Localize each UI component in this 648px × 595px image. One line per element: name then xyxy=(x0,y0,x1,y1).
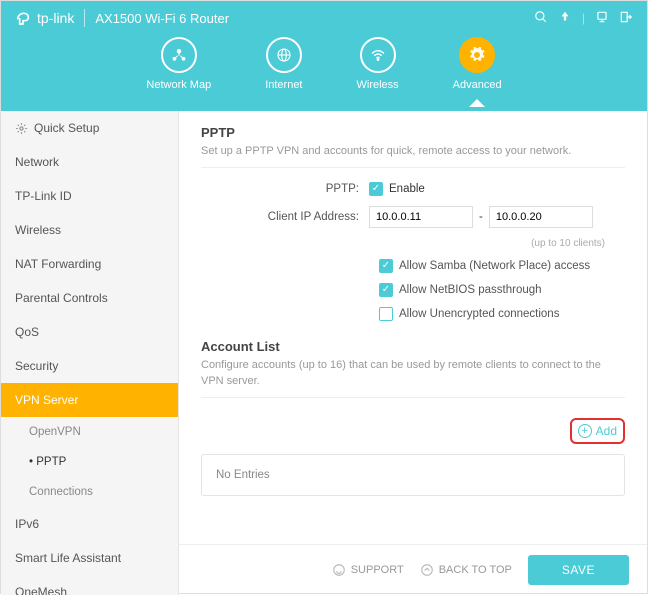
sidebar-security[interactable]: Security xyxy=(1,349,178,383)
checkbox-samba[interactable] xyxy=(379,259,393,273)
label-pptp: PPTP: xyxy=(201,183,369,195)
led-icon[interactable] xyxy=(558,10,572,27)
section-desc-pptp: Set up a PPTP VPN and accounts for quick… xyxy=(201,144,625,168)
sidebar-network[interactable]: Network xyxy=(1,145,178,179)
footer: SUPPORT BACK TO TOP SAVE xyxy=(179,544,647,595)
sidebar-sub-connections[interactable]: Connections xyxy=(1,477,178,507)
plus-icon: + xyxy=(578,424,592,438)
sidebar-nat-forwarding[interactable]: NAT Forwarding xyxy=(1,247,178,281)
sidebar-ipv6[interactable]: IPv6 xyxy=(1,507,178,541)
product-title: AX1500 Wi-Fi 6 Router xyxy=(95,11,229,26)
nav-wireless[interactable]: Wireless xyxy=(357,37,399,91)
accounts-table: No Entries xyxy=(201,454,625,496)
hint-clients: (up to 10 clients) xyxy=(531,238,625,249)
nav-network-map[interactable]: Network Map xyxy=(146,37,211,91)
checkbox-unencrypted[interactable] xyxy=(379,307,393,321)
save-button[interactable]: SAVE xyxy=(528,555,629,585)
input-ip-end[interactable] xyxy=(489,206,593,228)
reboot-icon[interactable] xyxy=(595,10,609,27)
sidebar-parental-controls[interactable]: Parental Controls xyxy=(1,281,178,315)
checkbox-netbios[interactable] xyxy=(379,283,393,297)
brand-text: tp-link xyxy=(37,10,74,26)
nav-internet[interactable]: Internet xyxy=(265,37,302,91)
section-desc-accounts: Configure accounts (up to 16) that can b… xyxy=(201,358,625,398)
sidebar-onemesh[interactable]: OneMesh xyxy=(1,575,178,595)
search-icon[interactable] xyxy=(534,10,548,27)
brand-logo: tp-link xyxy=(15,10,74,26)
sidebar-smart-life[interactable]: Smart Life Assistant xyxy=(1,541,178,575)
sidebar-tplink-id[interactable]: TP-Link ID xyxy=(1,179,178,213)
add-button[interactable]: + Add xyxy=(578,424,617,438)
checkbox-enable[interactable] xyxy=(369,182,383,196)
sidebar-vpn-server[interactable]: VPN Server xyxy=(1,383,178,417)
sidebar-sub-pptp[interactable]: PPTP xyxy=(1,447,178,477)
sidebar: Quick Setup Network TP-Link ID Wireless … xyxy=(1,111,179,595)
nav-advanced[interactable]: Advanced xyxy=(453,37,502,91)
label-client-ip: Client IP Address: xyxy=(201,211,369,223)
sidebar-wireless[interactable]: Wireless xyxy=(1,213,178,247)
section-title-pptp: PPTP xyxy=(201,125,625,140)
label-enable: Enable xyxy=(389,183,425,195)
logout-icon[interactable] xyxy=(619,10,633,27)
support-button[interactable]: SUPPORT xyxy=(332,563,404,577)
header: tp-link AX1500 Wi-Fi 6 Router | Network … xyxy=(1,1,647,111)
table-empty: No Entries xyxy=(216,469,270,481)
back-to-top-button[interactable]: BACK TO TOP xyxy=(420,563,512,577)
add-highlight: + Add xyxy=(570,418,625,444)
sidebar-qos[interactable]: QoS xyxy=(1,315,178,349)
section-title-accounts: Account List xyxy=(201,339,625,354)
input-ip-start[interactable] xyxy=(369,206,473,228)
sidebar-sub-openvpn[interactable]: OpenVPN xyxy=(1,417,178,447)
sidebar-quick-setup[interactable]: Quick Setup xyxy=(1,111,178,145)
